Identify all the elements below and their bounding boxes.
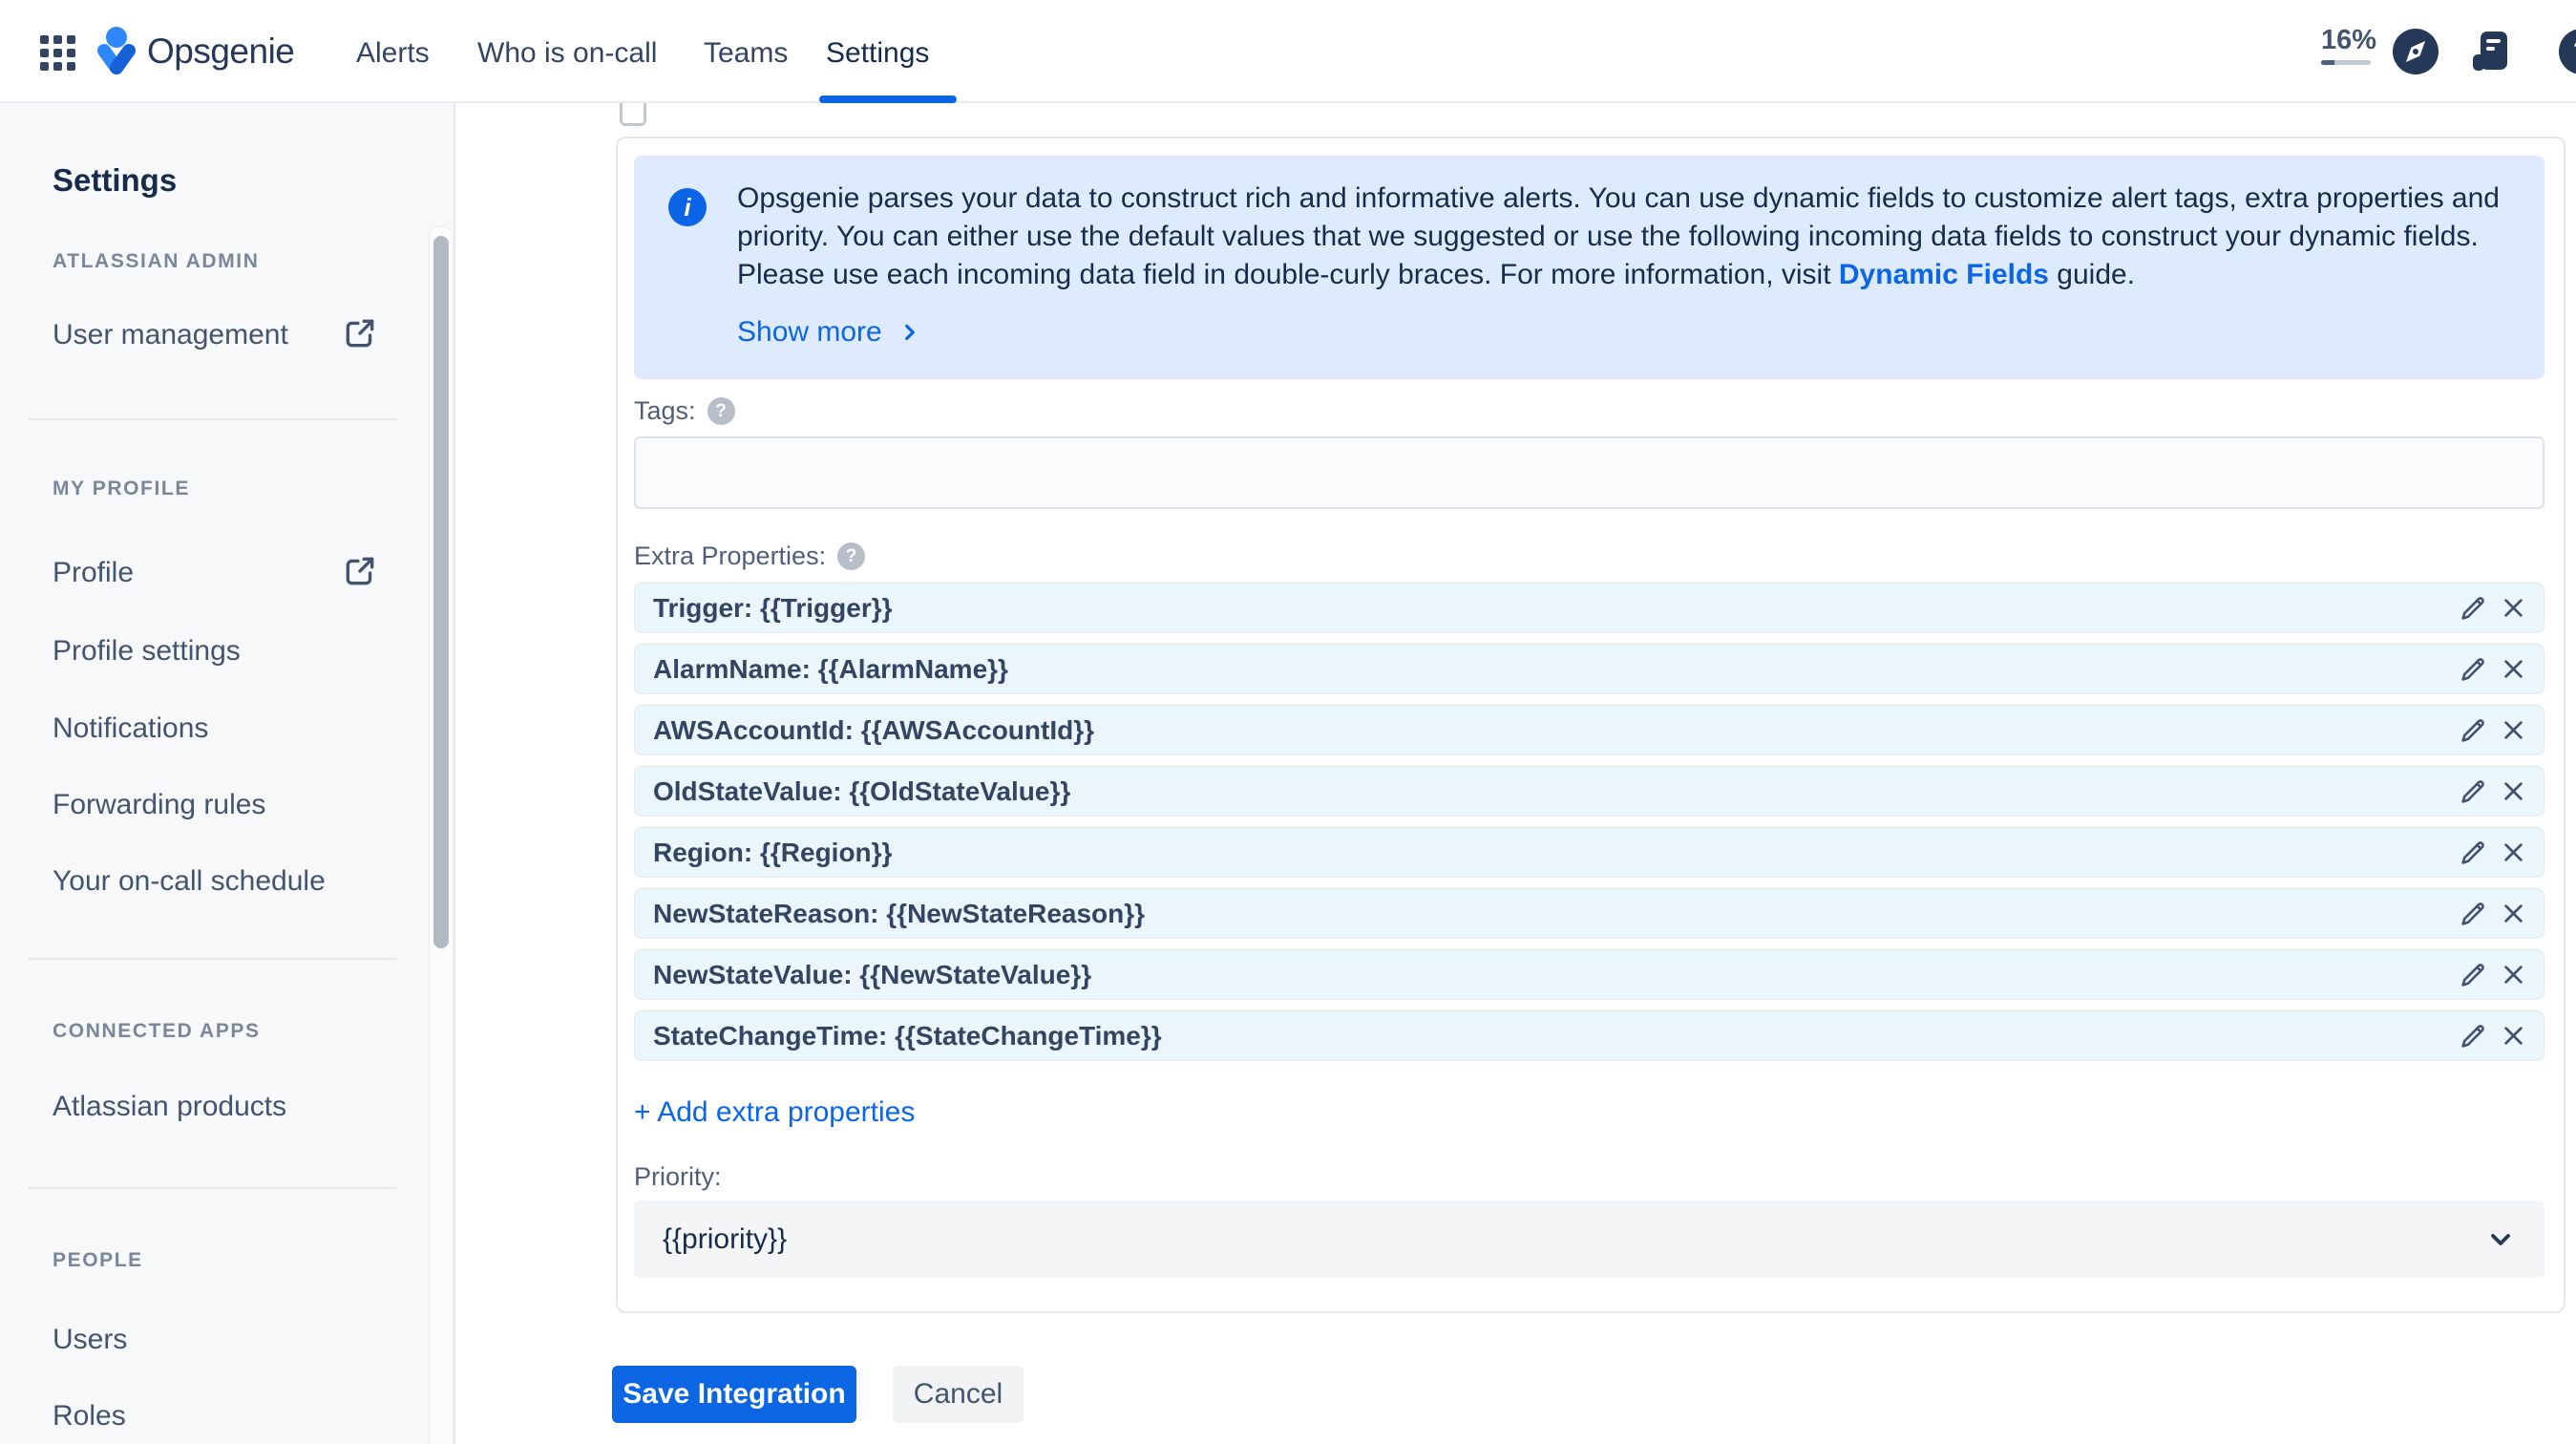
remove-x-icon[interactable] [2501,1023,2526,1049]
banner-line-3: Please use each incoming data field in d… [737,259,2136,290]
opsgenie-wordmark[interactable]: Opsgenie [147,32,295,72]
extra-property-row: AWSAccountId: {{AWSAccountId}} [634,705,2544,755]
sidebar-section-my-profile: MY PROFILE [53,478,190,499]
sidebar: Settings ATLASSIAN ADMIN User management… [0,103,455,1444]
nav-alerts[interactable]: Alerts [356,37,430,70]
remove-x-icon[interactable] [2501,901,2526,926]
extra-properties-label-row: Extra Properties: ? [634,542,866,571]
nav-who-is-on-call[interactable]: Who is on-call [477,37,657,70]
help-icon[interactable]: ? [2559,29,2576,74]
sidebar-item-forwarding-rules[interactable]: Forwarding rules [53,789,265,821]
sidebar-title: Settings [53,162,178,198]
external-link-icon [342,315,378,359]
edit-pencil-icon[interactable] [2459,961,2487,989]
remove-x-icon[interactable] [2501,595,2526,621]
edit-pencil-icon[interactable] [2459,594,2487,623]
whats-new-icon[interactable] [2469,29,2515,74]
dynamic-fields-link[interactable]: Dynamic Fields [1839,259,2049,290]
nav-teams[interactable]: Teams [704,37,788,70]
tags-help-icon[interactable]: ? [707,397,735,425]
sidebar-item-user-management[interactable]: User management [53,319,374,351]
sidebar-section-atlassian-admin: ATLASSIAN ADMIN [53,250,260,272]
sidebar-section-connected-apps: CONNECTED APPS [53,1020,261,1042]
banner-text: Opsgenie parses your data to construct r… [737,180,2532,294]
show-more-link[interactable]: Show more [737,316,922,349]
remove-x-icon[interactable] [2501,778,2526,804]
cancel-button[interactable]: Cancel [893,1366,1024,1423]
priority-label: Priority: [634,1162,722,1191]
edit-pencil-icon[interactable] [2459,900,2487,928]
usage-progress-bar [2321,60,2371,65]
edit-pencil-icon[interactable] [2459,655,2487,684]
sidebar-item-users[interactable]: Users [53,1324,127,1356]
chevron-down-icon [2491,1233,2510,1245]
main-content: i Opsgenie parses your data to construct… [455,103,2576,1444]
sidebar-item-notifications[interactable]: Notifications [53,712,208,745]
banner-line-2: priority. You can either use the default… [737,221,2479,252]
sidebar-scrollbar-track[interactable] [429,225,454,1444]
nav-settings-active[interactable]: Settings [826,37,929,70]
edit-pencil-icon[interactable] [2459,839,2487,867]
sidebar-item-roles[interactable]: Roles [53,1400,126,1433]
extra-property-row: StateChangeTime: {{StateChangeTime}} [634,1010,2544,1061]
sidebar-divider [29,958,396,960]
remove-x-icon[interactable] [2501,656,2526,682]
usage-meter[interactable]: 16% [2321,25,2377,65]
extra-property-row: NewStateValue: {{NewStateValue}} [634,949,2544,1000]
extra-properties-help-icon[interactable]: ? [837,542,866,570]
external-link-icon [342,553,378,597]
sidebar-item-profile[interactable]: Profile [53,557,374,589]
remove-x-icon[interactable] [2501,962,2526,987]
opsgenie-settings-screen: Opsgenie Alerts Who is on-call Teams Set… [0,0,2576,1444]
chevron-right-icon [904,324,915,341]
tags-input[interactable] [634,436,2544,509]
app-switcher-icon[interactable] [40,35,75,71]
extra-property-row: NewStateReason: {{NewStateReason}} [634,888,2544,939]
priority-select[interactable]: {{priority}} [634,1200,2544,1278]
remove-x-icon[interactable] [2501,839,2526,865]
sidebar-item-profile-settings[interactable]: Profile settings [53,635,241,668]
sidebar-divider [29,418,396,420]
usage-percent: 16% [2321,25,2377,55]
sidebar-section-people: PEOPLE [53,1249,143,1271]
edit-pencil-icon[interactable] [2459,716,2487,745]
active-tab-indicator [819,96,957,103]
edit-pencil-icon[interactable] [2459,777,2487,806]
sidebar-item-atlassian-products[interactable]: Atlassian products [53,1091,286,1123]
priority-value: {{priority}} [663,1222,788,1255]
sidebar-scrollbar-thumb[interactable] [433,236,449,948]
extra-property-row: Trigger: {{Trigger}} [634,583,2544,633]
tags-label-row: Tags: ? [634,396,735,426]
opsgenie-logo-icon[interactable] [95,27,137,76]
remove-x-icon[interactable] [2501,717,2526,743]
explore-compass-icon[interactable] [2393,29,2439,74]
banner-line-1: Opsgenie parses your data to construct r… [737,182,2500,214]
save-integration-button[interactable]: Save Integration [612,1366,856,1423]
extra-property-row: OldStateValue: {{OldStateValue}} [634,766,2544,817]
extra-property-row: Region: {{Region}} [634,827,2544,878]
add-extra-properties-link[interactable]: + Add extra properties [634,1096,915,1129]
clipped-checkbox[interactable] [620,103,646,126]
sidebar-item-your-on-call-schedule[interactable]: Your on-call schedule [53,865,326,898]
top-nav: Opsgenie Alerts Who is on-call Teams Set… [0,0,2576,103]
integration-settings-card: i Opsgenie parses your data to construct… [616,137,2565,1313]
info-banner: i Opsgenie parses your data to construct… [634,156,2544,379]
sidebar-divider [29,1187,396,1189]
info-icon: i [668,188,707,226]
edit-pencil-icon[interactable] [2459,1022,2487,1051]
extra-properties-list: Trigger: {{Trigger}} AlarmName: {{AlarmN… [634,583,2544,1072]
extra-property-row: AlarmName: {{AlarmName}} [634,644,2544,694]
